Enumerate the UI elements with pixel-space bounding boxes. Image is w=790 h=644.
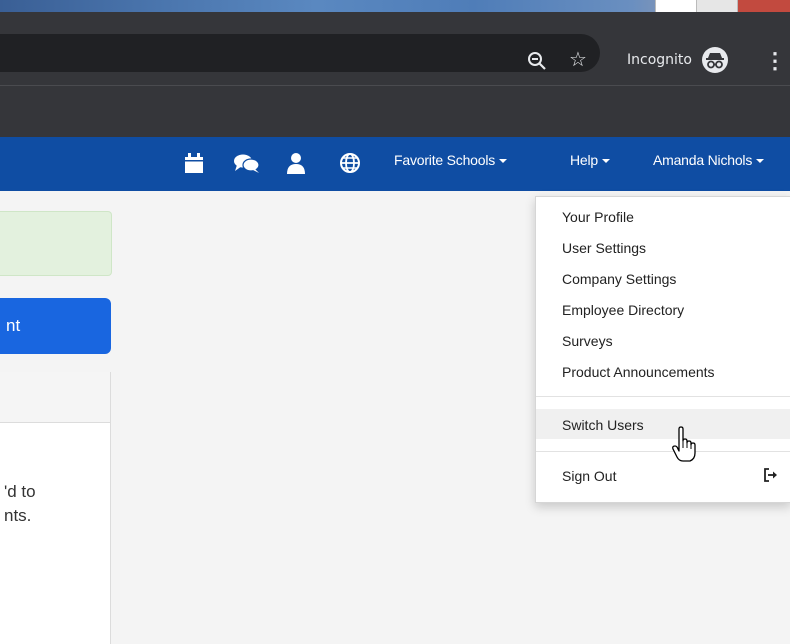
desktop-wallpaper xyxy=(0,0,790,12)
window-minimize-button[interactable] xyxy=(696,0,737,12)
window-restore-button[interactable] xyxy=(655,0,696,12)
menu-item-user-settings[interactable]: User Settings xyxy=(562,240,646,256)
caret-down-icon xyxy=(602,159,610,164)
incognito-icon[interactable] xyxy=(701,46,729,74)
favorite-schools-menu[interactable]: Favorite Schools xyxy=(394,152,508,168)
panel-header xyxy=(0,372,110,423)
menu-item-product-announcements[interactable]: Product Announcements xyxy=(562,364,715,380)
menu-icon[interactable]: ⋮ xyxy=(764,48,786,74)
success-alert xyxy=(0,211,112,276)
menu-item-company-settings[interactable]: Company Settings xyxy=(562,271,676,287)
menu-item-employee-directory[interactable]: Employee Directory xyxy=(562,302,684,318)
menu-item-your-profile[interactable]: Your Profile xyxy=(562,209,634,225)
menu-divider xyxy=(536,451,790,452)
sign-out-icon xyxy=(763,467,779,483)
panel-text-line: nts. xyxy=(4,506,32,525)
caret-down-icon xyxy=(756,159,765,164)
hand-pointer-cursor-icon xyxy=(672,426,698,464)
primary-action-label: nt xyxy=(6,316,21,335)
incognito-label: Incognito xyxy=(627,52,692,68)
primary-action-button[interactable]: nt xyxy=(0,298,111,354)
menu-item-switch-users[interactable]: Switch Users xyxy=(562,417,644,433)
window-close-button[interactable] xyxy=(737,0,790,12)
help-label: Help xyxy=(570,152,598,168)
star-icon[interactable]: ☆ xyxy=(566,48,590,72)
chat-icon[interactable] xyxy=(232,149,260,177)
help-menu[interactable]: Help xyxy=(570,152,610,168)
menu-divider xyxy=(536,396,790,397)
favorite-schools-label: Favorite Schools xyxy=(394,152,496,168)
panel-body-text: 'd to nts. xyxy=(4,480,36,528)
address-bar[interactable] xyxy=(0,34,600,72)
caret-down-icon xyxy=(499,159,508,164)
globe-icon[interactable] xyxy=(338,149,366,177)
user-icon[interactable] xyxy=(284,149,312,177)
zoom-icon[interactable] xyxy=(526,50,548,72)
user-name-label: Amanda Nichols xyxy=(653,152,753,168)
menu-item-surveys[interactable]: Surveys xyxy=(562,333,613,349)
panel-text-line: 'd to xyxy=(4,482,36,501)
bookmarks-bar xyxy=(0,85,790,138)
user-menu[interactable]: Amanda Nichols xyxy=(653,152,765,168)
calendar-icon[interactable] xyxy=(181,149,209,177)
menu-item-sign-out[interactable]: Sign Out xyxy=(562,468,616,484)
